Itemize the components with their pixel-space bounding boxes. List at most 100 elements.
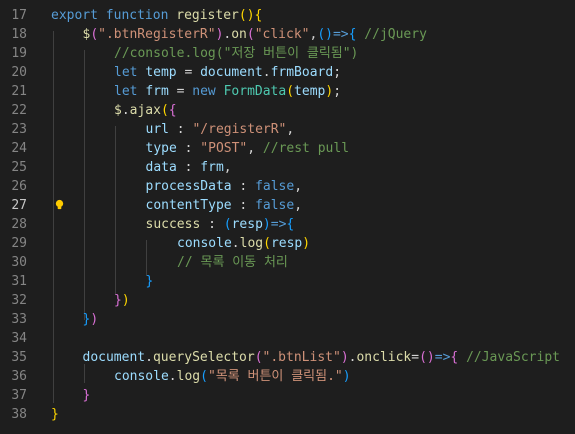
code-token: url <box>145 122 169 137</box>
line-number: 17 <box>11 8 27 23</box>
code-text: }) <box>83 310 99 329</box>
code-text: } <box>51 405 59 424</box>
code-line[interactable]: 17 export function register(){ <box>0 6 575 25</box>
code-line[interactable]: 31} <box>0 272 575 291</box>
code-text: } <box>146 272 154 291</box>
code-token: => <box>270 217 287 232</box>
code-token: false <box>255 198 295 213</box>
code-token: temp <box>145 65 177 80</box>
code-line[interactable]: 26 processData : false, <box>0 177 575 196</box>
code-token: FormData <box>223 84 287 99</box>
code-token: resp <box>270 236 303 251</box>
code-token: } <box>82 388 91 403</box>
code-token: console <box>114 369 169 384</box>
code-text: $.ajax({ <box>114 101 177 120</box>
code-token: : <box>168 122 193 137</box>
code-token: ) <box>121 293 130 308</box>
code-token: : <box>176 141 201 156</box>
code-token: ) <box>325 84 334 99</box>
code-text: // 목록 이동 처리 <box>177 253 288 272</box>
line-number: 36 <box>11 369 27 384</box>
code-token: register <box>176 8 239 23</box>
code-token: ".btnRegisterR" <box>98 27 216 42</box>
code-line[interactable]: 35 document.querySelector(".btnList").onc… <box>0 348 575 367</box>
code-token: resp <box>231 217 263 232</box>
code-token: = <box>168 84 193 99</box>
code-token: : <box>231 179 256 194</box>
code-line[interactable]: 32}) <box>0 291 575 310</box>
code-line[interactable]: 37} <box>0 386 575 405</box>
code-token: } <box>114 293 122 308</box>
code-token: frm <box>200 160 224 175</box>
code-line[interactable]: 22 $.ajax({ <box>0 101 575 120</box>
code-line[interactable]: 28 success : (resp)=>{ <box>0 215 575 234</box>
line-number: 29 <box>11 236 27 251</box>
code-token: { <box>168 103 177 118</box>
code-token: ; <box>333 84 342 99</box>
code-token: , <box>223 160 232 175</box>
code-token: //rest pull <box>262 141 350 156</box>
code-line[interactable]: 38} <box>0 405 575 424</box>
code-text: document.querySelector(".btnList").oncli… <box>83 348 560 367</box>
code-token: ( <box>223 217 232 232</box>
code-token: //console.log("저장 버튼이 클릭됨") <box>114 46 359 61</box>
code-token: : <box>200 217 224 232</box>
code-token: log <box>176 369 201 384</box>
code-token: new <box>192 84 216 99</box>
code-text: success : (resp)=>{ <box>146 215 295 234</box>
code-token: data <box>145 160 177 175</box>
line-number: 30 <box>11 255 27 270</box>
code-text: export function register(){ <box>51 6 262 25</box>
code-line[interactable]: 18 $(".btnRegisterR").on("click",()=>{ //… <box>0 25 575 44</box>
code-token: => <box>434 350 451 365</box>
code-token: } <box>51 407 59 422</box>
code-text: console.log("목록 버튼이 클릭됨.") <box>114 367 351 386</box>
line-number: 18 <box>11 27 27 42</box>
code-token: . <box>231 236 240 251</box>
code-token: "click" <box>254 27 310 42</box>
code-text: let frm = new FormData(temp); <box>114 82 341 101</box>
code-token: //jQuery <box>364 27 427 42</box>
lightbulb-icon[interactable] <box>54 199 65 210</box>
code-line[interactable]: 24 type : "POST", //rest pull <box>0 139 575 158</box>
code-token: => <box>332 27 349 42</box>
code-token: ( <box>90 27 99 42</box>
code-line[interactable]: 20 let temp = document.frmBoard; <box>0 63 575 82</box>
code-token: . <box>262 65 271 80</box>
code-text: } <box>83 386 91 405</box>
code-editor[interactable]: 17 export function register(){18 $(".btnRe… <box>0 0 575 434</box>
code-line[interactable]: 19 //console.log("저장 버튼이 클릭됨") <box>0 44 575 63</box>
code-token: () <box>317 27 333 42</box>
code-token: ".btnList" <box>262 350 341 365</box>
line-number: 23 <box>11 122 27 137</box>
line-number: 28 <box>11 217 27 232</box>
code-line[interactable]: 27 contentType : false, <box>0 196 575 215</box>
code-line[interactable]: 21 let frm = new FormData(temp); <box>0 82 575 101</box>
line-number: 31 <box>11 274 27 289</box>
code-text: processData : false, <box>146 177 303 196</box>
code-line[interactable]: 25 data : frm, <box>0 158 575 177</box>
code-token: frmBoard <box>270 65 334 80</box>
code-token: success <box>145 217 201 232</box>
code-token: . <box>121 103 130 118</box>
code-token: document <box>82 350 146 365</box>
code-line[interactable]: 36 console.log("목록 버튼이 클릭됨.") <box>0 367 575 386</box>
code-token: = <box>411 350 420 365</box>
code-text: data : frm, <box>146 158 232 177</box>
code-token: , <box>294 198 303 213</box>
code-token: type <box>145 141 177 156</box>
code-token: , <box>247 141 263 156</box>
code-token: console <box>177 236 232 251</box>
code-line[interactable]: 33}) <box>0 310 575 329</box>
code-line[interactable]: 29 console.log(resp) <box>0 234 575 253</box>
code-token: temp <box>294 84 326 99</box>
code-line[interactable]: 23 url : "/registerR", <box>0 120 575 139</box>
code-token: let <box>114 65 138 80</box>
line-number: 33 <box>11 312 27 327</box>
code-line[interactable]: 34 <box>0 329 575 348</box>
code-line[interactable]: 30 // 목록 이동 처리 <box>0 253 575 272</box>
code-text: contentType : false, <box>146 196 303 215</box>
line-number: 25 <box>11 160 27 175</box>
code-token: querySelector <box>152 350 255 365</box>
